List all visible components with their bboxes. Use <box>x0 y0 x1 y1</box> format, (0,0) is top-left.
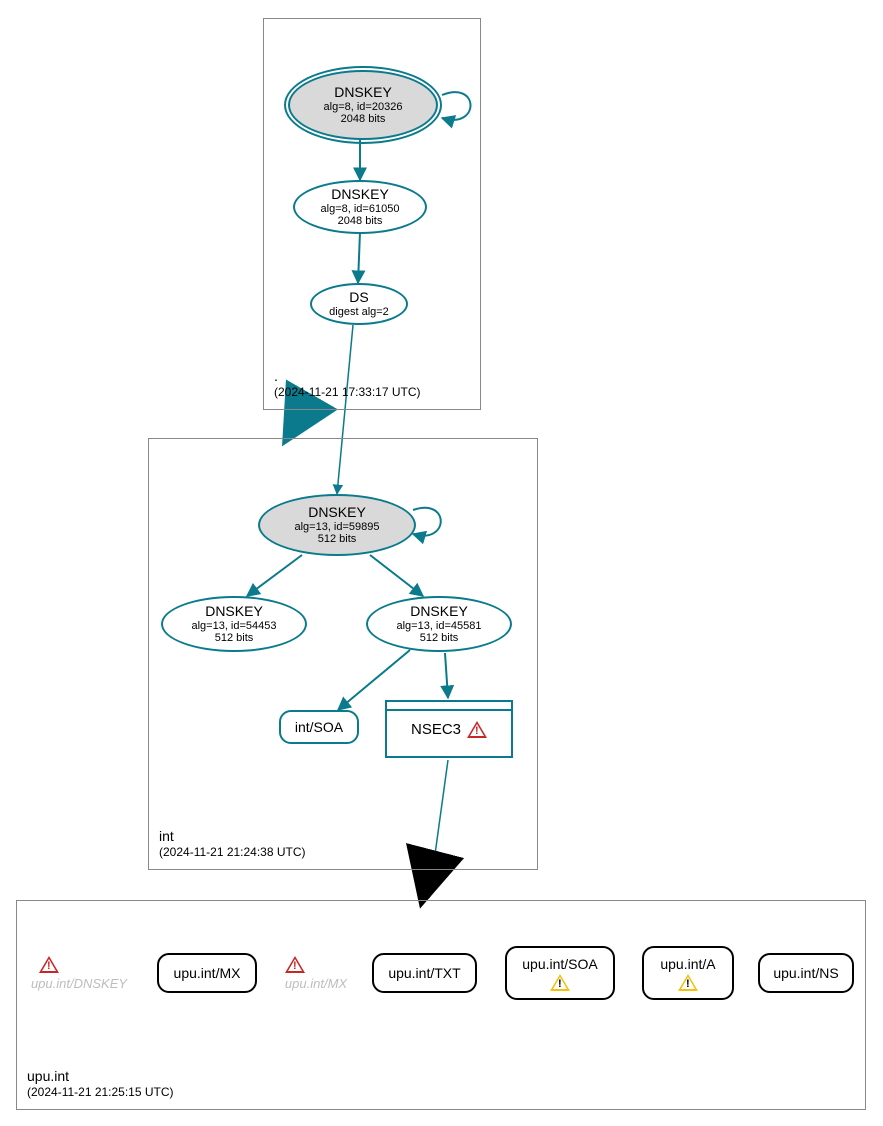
node-root-zsk-title: DNSKEY <box>331 187 389 202</box>
warning-icon: ! <box>37 953 61 973</box>
node-upu-soa[interactable]: upu.int/SOA ! <box>505 946 615 1000</box>
node-int-soa-label: int/SOA <box>295 719 343 735</box>
zone-upu-label: upu.int (2024-11-21 21:25:15 UTC) <box>27 1067 174 1101</box>
warning-icon: ! <box>283 953 307 973</box>
warning-icon: ! <box>467 721 487 738</box>
node-root-zsk[interactable]: DNSKEY alg=8, id=61050 2048 bits <box>293 180 427 234</box>
node-root-ds-l1: digest alg=2 <box>329 306 389 318</box>
node-upu-a-label: upu.int/A <box>660 956 715 972</box>
node-upu-mx-ghost: upu.int/MX <box>277 976 355 991</box>
zone-upu: upu.int (2024-11-21 21:25:15 UTC) <box>16 900 866 1110</box>
node-upu-a[interactable]: upu.int/A ! <box>642 946 734 1000</box>
node-int-ksk-title: DNSKEY <box>308 505 366 520</box>
node-upu-ns-label: upu.int/NS <box>773 965 838 981</box>
zone-int-name: int <box>159 827 306 845</box>
warning-icon: ! <box>550 974 570 991</box>
zone-int-label: int (2024-11-21 21:24:38 UTC) <box>159 827 306 861</box>
zone-root-time: (2024-11-21 17:33:17 UTC) <box>274 385 421 401</box>
node-int-zsk-b-l2: 512 bits <box>420 632 459 644</box>
node-upu-mx[interactable]: upu.int/MX <box>157 953 257 993</box>
node-root-ds[interactable]: DS digest alg=2 <box>310 283 408 325</box>
node-root-ksk[interactable]: DNSKEY alg=8, id=20326 2048 bits <box>288 70 438 140</box>
node-int-nsec3-label: NSEC3 <box>411 721 461 738</box>
zone-upu-time: (2024-11-21 21:25:15 UTC) <box>27 1085 174 1101</box>
node-root-ksk-l2: 2048 bits <box>341 113 386 125</box>
node-int-zsk-a-l2: 512 bits <box>215 632 254 644</box>
node-root-ksk-title: DNSKEY <box>334 85 392 100</box>
node-root-zsk-l2: 2048 bits <box>338 215 383 227</box>
zone-root-name: . <box>274 367 421 385</box>
node-upu-soa-label: upu.int/SOA <box>522 956 598 972</box>
node-upu-ns[interactable]: upu.int/NS <box>758 953 854 993</box>
warning-icon: ! <box>678 974 698 991</box>
zone-root-label: . (2024-11-21 17:33:17 UTC) <box>274 367 421 401</box>
node-int-zsk-a-title: DNSKEY <box>205 604 263 619</box>
node-upu-mx-label: upu.int/MX <box>174 965 241 981</box>
node-int-soa[interactable]: int/SOA <box>279 710 359 744</box>
node-int-zsk-b-title: DNSKEY <box>410 604 468 619</box>
node-upu-dnskey-ghost: upu.int/DNSKEY <box>24 976 134 991</box>
node-upu-txt-label: upu.int/TXT <box>388 965 460 981</box>
zone-int-time: (2024-11-21 21:24:38 UTC) <box>159 845 306 861</box>
node-upu-txt[interactable]: upu.int/TXT <box>372 953 477 993</box>
node-root-ksk-l1: alg=8, id=20326 <box>324 101 403 113</box>
node-int-zsk-b-l1: alg=13, id=45581 <box>396 620 481 632</box>
zone-upu-name: upu.int <box>27 1067 174 1085</box>
node-int-ksk-l2: 512 bits <box>318 533 357 545</box>
node-root-ds-title: DS <box>349 290 368 305</box>
diagram-canvas: . (2024-11-21 17:33:17 UTC) DNSKEY alg=8… <box>0 0 883 1126</box>
node-int-zsk-b[interactable]: DNSKEY alg=13, id=45581 512 bits <box>366 596 512 652</box>
node-int-ksk[interactable]: DNSKEY alg=13, id=59895 512 bits <box>258 494 416 556</box>
node-int-zsk-a-l1: alg=13, id=54453 <box>191 620 276 632</box>
node-int-zsk-a[interactable]: DNSKEY alg=13, id=54453 512 bits <box>161 596 307 652</box>
node-root-zsk-l1: alg=8, id=61050 <box>321 203 400 215</box>
node-int-nsec3[interactable]: NSEC3 ! <box>385 700 513 758</box>
node-int-ksk-l1: alg=13, id=59895 <box>294 521 379 533</box>
